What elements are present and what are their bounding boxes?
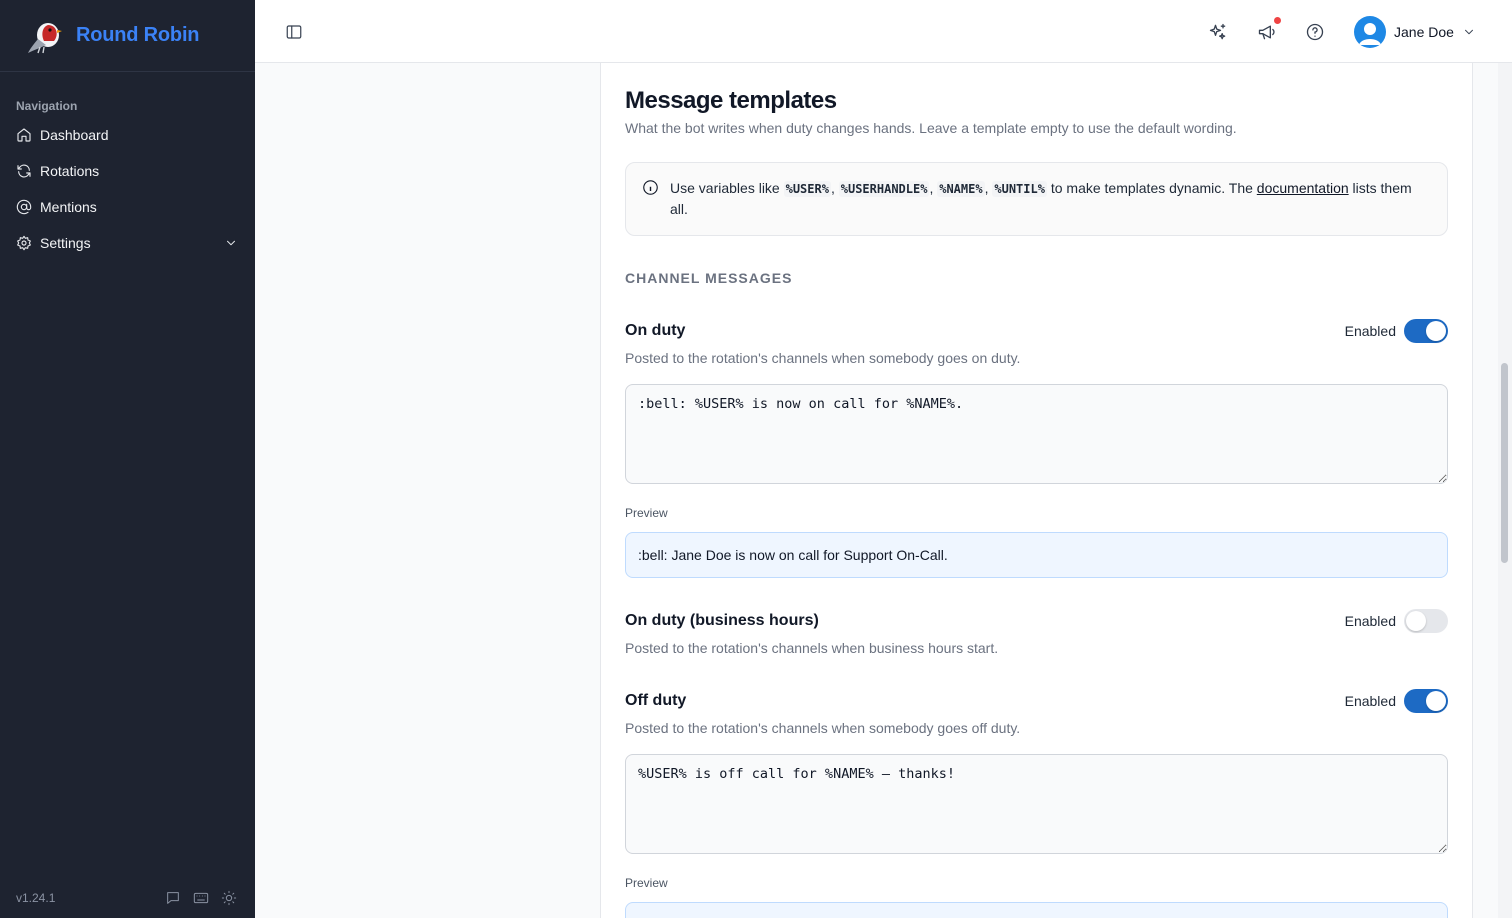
toggle-label: Enabled <box>1344 613 1396 629</box>
info-middle: to make templates dynamic. The <box>1050 180 1253 196</box>
home-icon <box>17 128 31 142</box>
template-description: Posted to the rotation's channels when s… <box>625 350 1021 366</box>
info-callout: Use variables like %USER%, %USERHANDLE%,… <box>625 162 1448 236</box>
avatar <box>1354 16 1386 48</box>
nav-section-label: Navigation <box>16 99 78 113</box>
sidebar-item-label: Rotations <box>40 163 100 179</box>
toggle-label: Enabled <box>1344 693 1396 709</box>
business-hours-toggle-group: Enabled <box>1345 609 1448 633</box>
info-prefix: Use variables like <box>670 180 780 196</box>
toggle-knob <box>1426 691 1446 711</box>
app-version: v1.24.1 <box>16 891 56 905</box>
template-title-off-duty: Off duty <box>625 692 687 709</box>
brand[interactable]: Round Robin <box>0 0 255 72</box>
at-sign-icon <box>16 199 32 215</box>
variable-userhandle: %USERHANDLE% <box>838 181 930 197</box>
off-duty-template-input[interactable]: %USER% is off call for %NAME% — thanks! <box>625 754 1448 854</box>
template-description: Posted to the rotation's channels when s… <box>625 720 1021 736</box>
business-hours-enabled-toggle[interactable] <box>1404 609 1448 633</box>
sidebar-item-rotations[interactable]: Rotations <box>0 153 255 189</box>
page-scrollbar[interactable] <box>1498 63 1512 918</box>
template-title-on-duty-business-hours: On duty (business hours) <box>625 612 819 629</box>
user-avatar-icon <box>1359 23 1381 45</box>
variable-user: %USER% <box>783 181 831 197</box>
template-title-on-duty: On duty <box>625 322 686 339</box>
off-duty-toggle-group: Enabled <box>1345 689 1448 713</box>
preview-label: Preview <box>625 876 668 890</box>
sun-icon[interactable] <box>221 890 237 906</box>
sidebar-item-settings[interactable]: Settings <box>0 225 255 261</box>
variable-until: %UNTIL% <box>992 181 1047 197</box>
preview-label: Preview <box>625 506 668 520</box>
documentation-link[interactable]: documentation <box>1257 180 1349 196</box>
gear-icon <box>17 235 31 251</box>
variable-name: %NAME% <box>937 181 985 197</box>
toggle-label: Enabled <box>1344 323 1396 339</box>
template-description: Posted to the rotation's channels when b… <box>625 640 999 656</box>
info-text: Use variables like %USER%, %USERHANDLE%,… <box>670 180 1412 217</box>
sidebar-toggle-icon[interactable] <box>285 23 303 41</box>
sidebar-footer: v1.24.1 <box>0 878 255 918</box>
chevron-down-icon[interactable] <box>224 236 238 253</box>
sidebar: Round Robin Navigation Dashboard Rotatio… <box>0 0 255 918</box>
on-duty-template-input[interactable]: :bell: %USER% is now on call for %NAME%. <box>625 384 1448 484</box>
sidebar-item-mentions[interactable]: Mentions <box>0 189 255 225</box>
help-circle-icon[interactable] <box>1305 22 1325 42</box>
sparkles-icon[interactable] <box>1208 22 1228 42</box>
app-name: Round Robin <box>76 24 200 46</box>
section-heading: CHANNEL MESSAGES <box>625 270 793 286</box>
info-icon <box>643 180 658 195</box>
topbar: Jane Doe <box>255 0 1512 63</box>
message-icon[interactable] <box>165 890 181 906</box>
scrollbar-thumb[interactable] <box>1501 363 1508 563</box>
nav-list: Dashboard Rotations Mentions Settings <box>0 117 255 261</box>
sidebar-item-dashboard[interactable]: Dashboard <box>0 117 255 153</box>
notification-dot <box>1274 17 1281 24</box>
page-title: Message templates <box>625 87 837 114</box>
toggle-knob <box>1426 321 1446 341</box>
refresh-icon <box>17 164 31 178</box>
user-name: Jane Doe <box>1394 24 1454 40</box>
off-duty-preview <box>625 902 1448 918</box>
on-duty-preview: :bell: Jane Doe is now on call for Suppo… <box>625 532 1448 578</box>
user-menu[interactable]: Jane Doe <box>1354 15 1476 49</box>
sidebar-item-label: Dashboard <box>40 127 109 143</box>
on-duty-toggle-group: Enabled <box>1345 319 1448 343</box>
sidebar-item-label: Settings <box>40 235 91 251</box>
megaphone-icon <box>1258 25 1275 40</box>
page-subtitle: What the bot writes when duty changes ha… <box>625 120 1237 136</box>
toggle-knob <box>1406 611 1426 631</box>
off-duty-enabled-toggle[interactable] <box>1404 689 1448 713</box>
footer-icons <box>165 890 237 906</box>
keyboard-icon[interactable] <box>193 890 209 906</box>
sidebar-item-label: Mentions <box>40 199 97 215</box>
chevron-down-icon <box>1464 29 1473 35</box>
on-duty-enabled-toggle[interactable] <box>1404 319 1448 343</box>
robin-logo-icon <box>28 22 62 53</box>
message-templates-card: Message templates What the bot writes wh… <box>600 63 1473 918</box>
announcements-button[interactable] <box>1257 17 1281 42</box>
